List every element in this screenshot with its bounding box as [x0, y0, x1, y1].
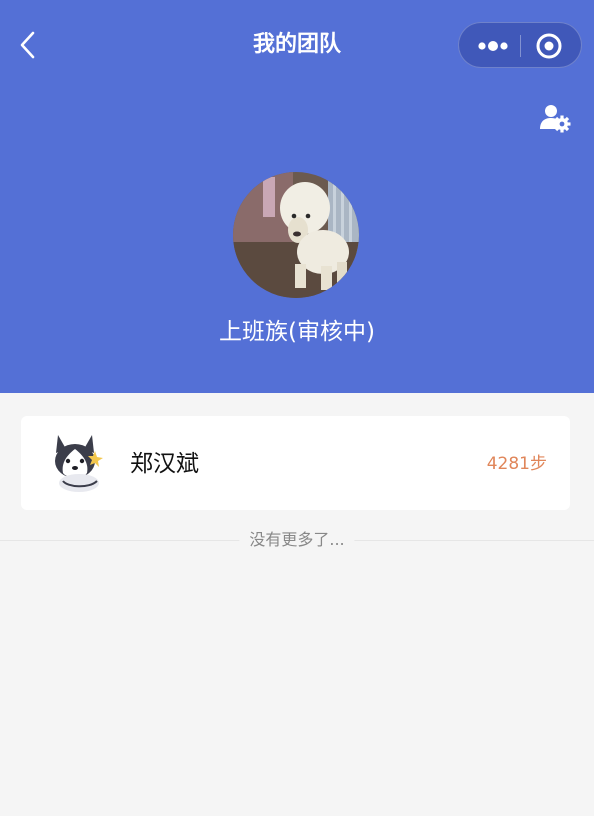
member-steps: 4281步 [486, 454, 547, 474]
husky-avatar [55, 435, 103, 492]
no-more-text: 没有更多了... [239, 528, 355, 552]
team-settings-button[interactable] [538, 102, 572, 134]
team-name: 上班族(审核中) [219, 319, 375, 345]
member-row[interactable]: 郑汉斌 4281步 [21, 416, 570, 510]
capsule-divider [520, 35, 521, 57]
no-more-indicator: 没有更多了... [0, 526, 594, 554]
close-button[interactable] [533, 30, 565, 62]
alpaca-photo [233, 172, 359, 298]
more-dots-icon [478, 41, 508, 51]
user-settings-icon [540, 105, 571, 133]
target-close-icon [536, 33, 562, 59]
more-button[interactable] [473, 31, 513, 61]
member-name: 郑汉斌 [130, 451, 199, 477]
team-header: 我的团队 上班族(审核中) [0, 0, 594, 393]
member-avatar [49, 431, 107, 493]
page: 我的团队 上班族(审核中) 郑汉斌 4281步 没有更多了... [0, 0, 594, 816]
miniprogram-capsule [458, 22, 582, 68]
team-avatar[interactable] [233, 172, 359, 298]
